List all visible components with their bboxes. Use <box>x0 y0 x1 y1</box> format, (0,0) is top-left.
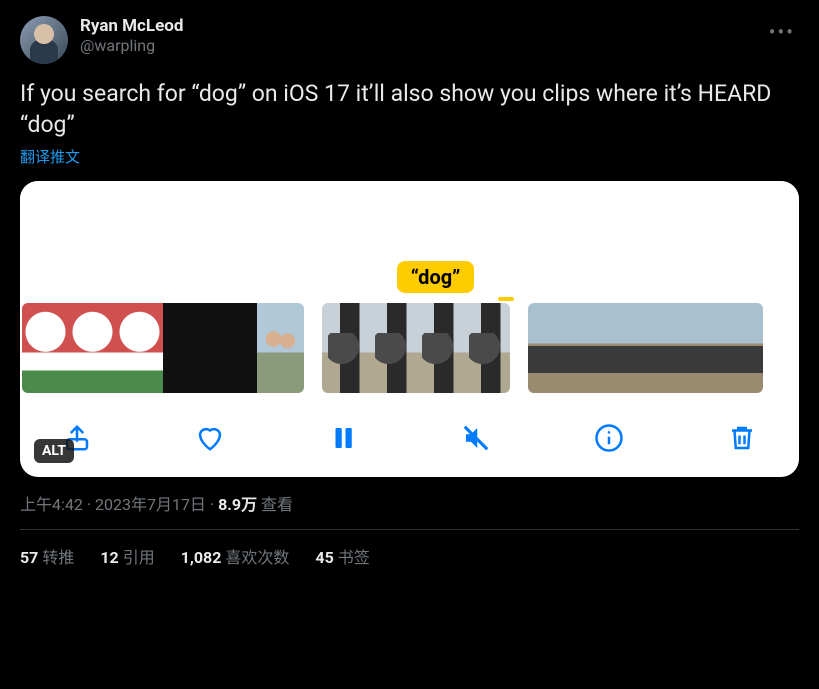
retweets-stat[interactable]: 57转推 <box>20 544 74 568</box>
views-count: 8.9万 <box>218 495 257 514</box>
clip-group[interactable] <box>322 303 510 393</box>
tweet-header: Ryan McLeod @warpling ••• <box>20 16 799 64</box>
divider <box>20 529 799 530</box>
avatar[interactable] <box>20 16 68 64</box>
tweet-container: Ryan McLeod @warpling ••• If you search … <box>0 0 819 584</box>
heart-icon[interactable] <box>193 421 227 455</box>
more-icon[interactable]: ••• <box>765 16 799 48</box>
tweet-meta: 上午4:42 · 2023年7月17日 · 8.9万 查看 <box>20 491 799 515</box>
thumbnail <box>69 303 116 393</box>
display-name: Ryan McLeod <box>80 16 753 36</box>
thumbnail <box>416 303 463 393</box>
clip-group[interactable] <box>22 303 304 393</box>
media-toolbar <box>20 403 799 477</box>
media-whitespace <box>20 181 799 261</box>
quotes-stat[interactable]: 12引用 <box>100 544 154 568</box>
handle: @warpling <box>80 36 753 55</box>
tweet-date[interactable]: 2023年7月17日 <box>95 495 206 514</box>
mute-icon[interactable] <box>459 421 493 455</box>
clip-group[interactable] <box>528 303 763 393</box>
thumbnail <box>322 303 369 393</box>
tweet-text: If you search for “dog” on iOS 17 it’ll … <box>20 78 799 140</box>
views-label: 查看 <box>261 495 293 514</box>
trash-icon[interactable] <box>725 421 759 455</box>
thumbnail <box>22 303 69 393</box>
video-timeline[interactable] <box>20 303 799 403</box>
thumbnail <box>210 303 257 393</box>
thumbnail <box>163 303 210 393</box>
search-term-badge: “dog” <box>397 261 475 293</box>
thumbnail <box>528 303 575 393</box>
alt-badge[interactable]: ALT <box>34 439 74 463</box>
thumbnail <box>116 303 163 393</box>
badge-row: “dog” <box>20 261 799 303</box>
thumbnail <box>716 303 763 393</box>
stats-row: 57转推 12引用 1,082喜欢次数 45书签 <box>20 544 799 568</box>
thumbnail <box>575 303 622 393</box>
thumbnail <box>669 303 716 393</box>
author-block[interactable]: Ryan McLeod @warpling <box>80 16 753 55</box>
thumbnail <box>622 303 669 393</box>
media-card[interactable]: “dog” <box>20 181 799 477</box>
tweet-time[interactable]: 上午4:42 <box>20 495 83 514</box>
thumbnail <box>369 303 416 393</box>
thumbnail <box>463 303 510 393</box>
translate-link[interactable]: 翻译推文 <box>20 146 80 167</box>
thumbnail <box>257 303 304 393</box>
playhead-marker-icon <box>498 297 514 301</box>
pause-icon[interactable] <box>326 421 360 455</box>
info-icon[interactable] <box>592 421 626 455</box>
likes-stat[interactable]: 1,082喜欢次数 <box>181 544 290 568</box>
bookmarks-stat[interactable]: 45书签 <box>315 544 369 568</box>
